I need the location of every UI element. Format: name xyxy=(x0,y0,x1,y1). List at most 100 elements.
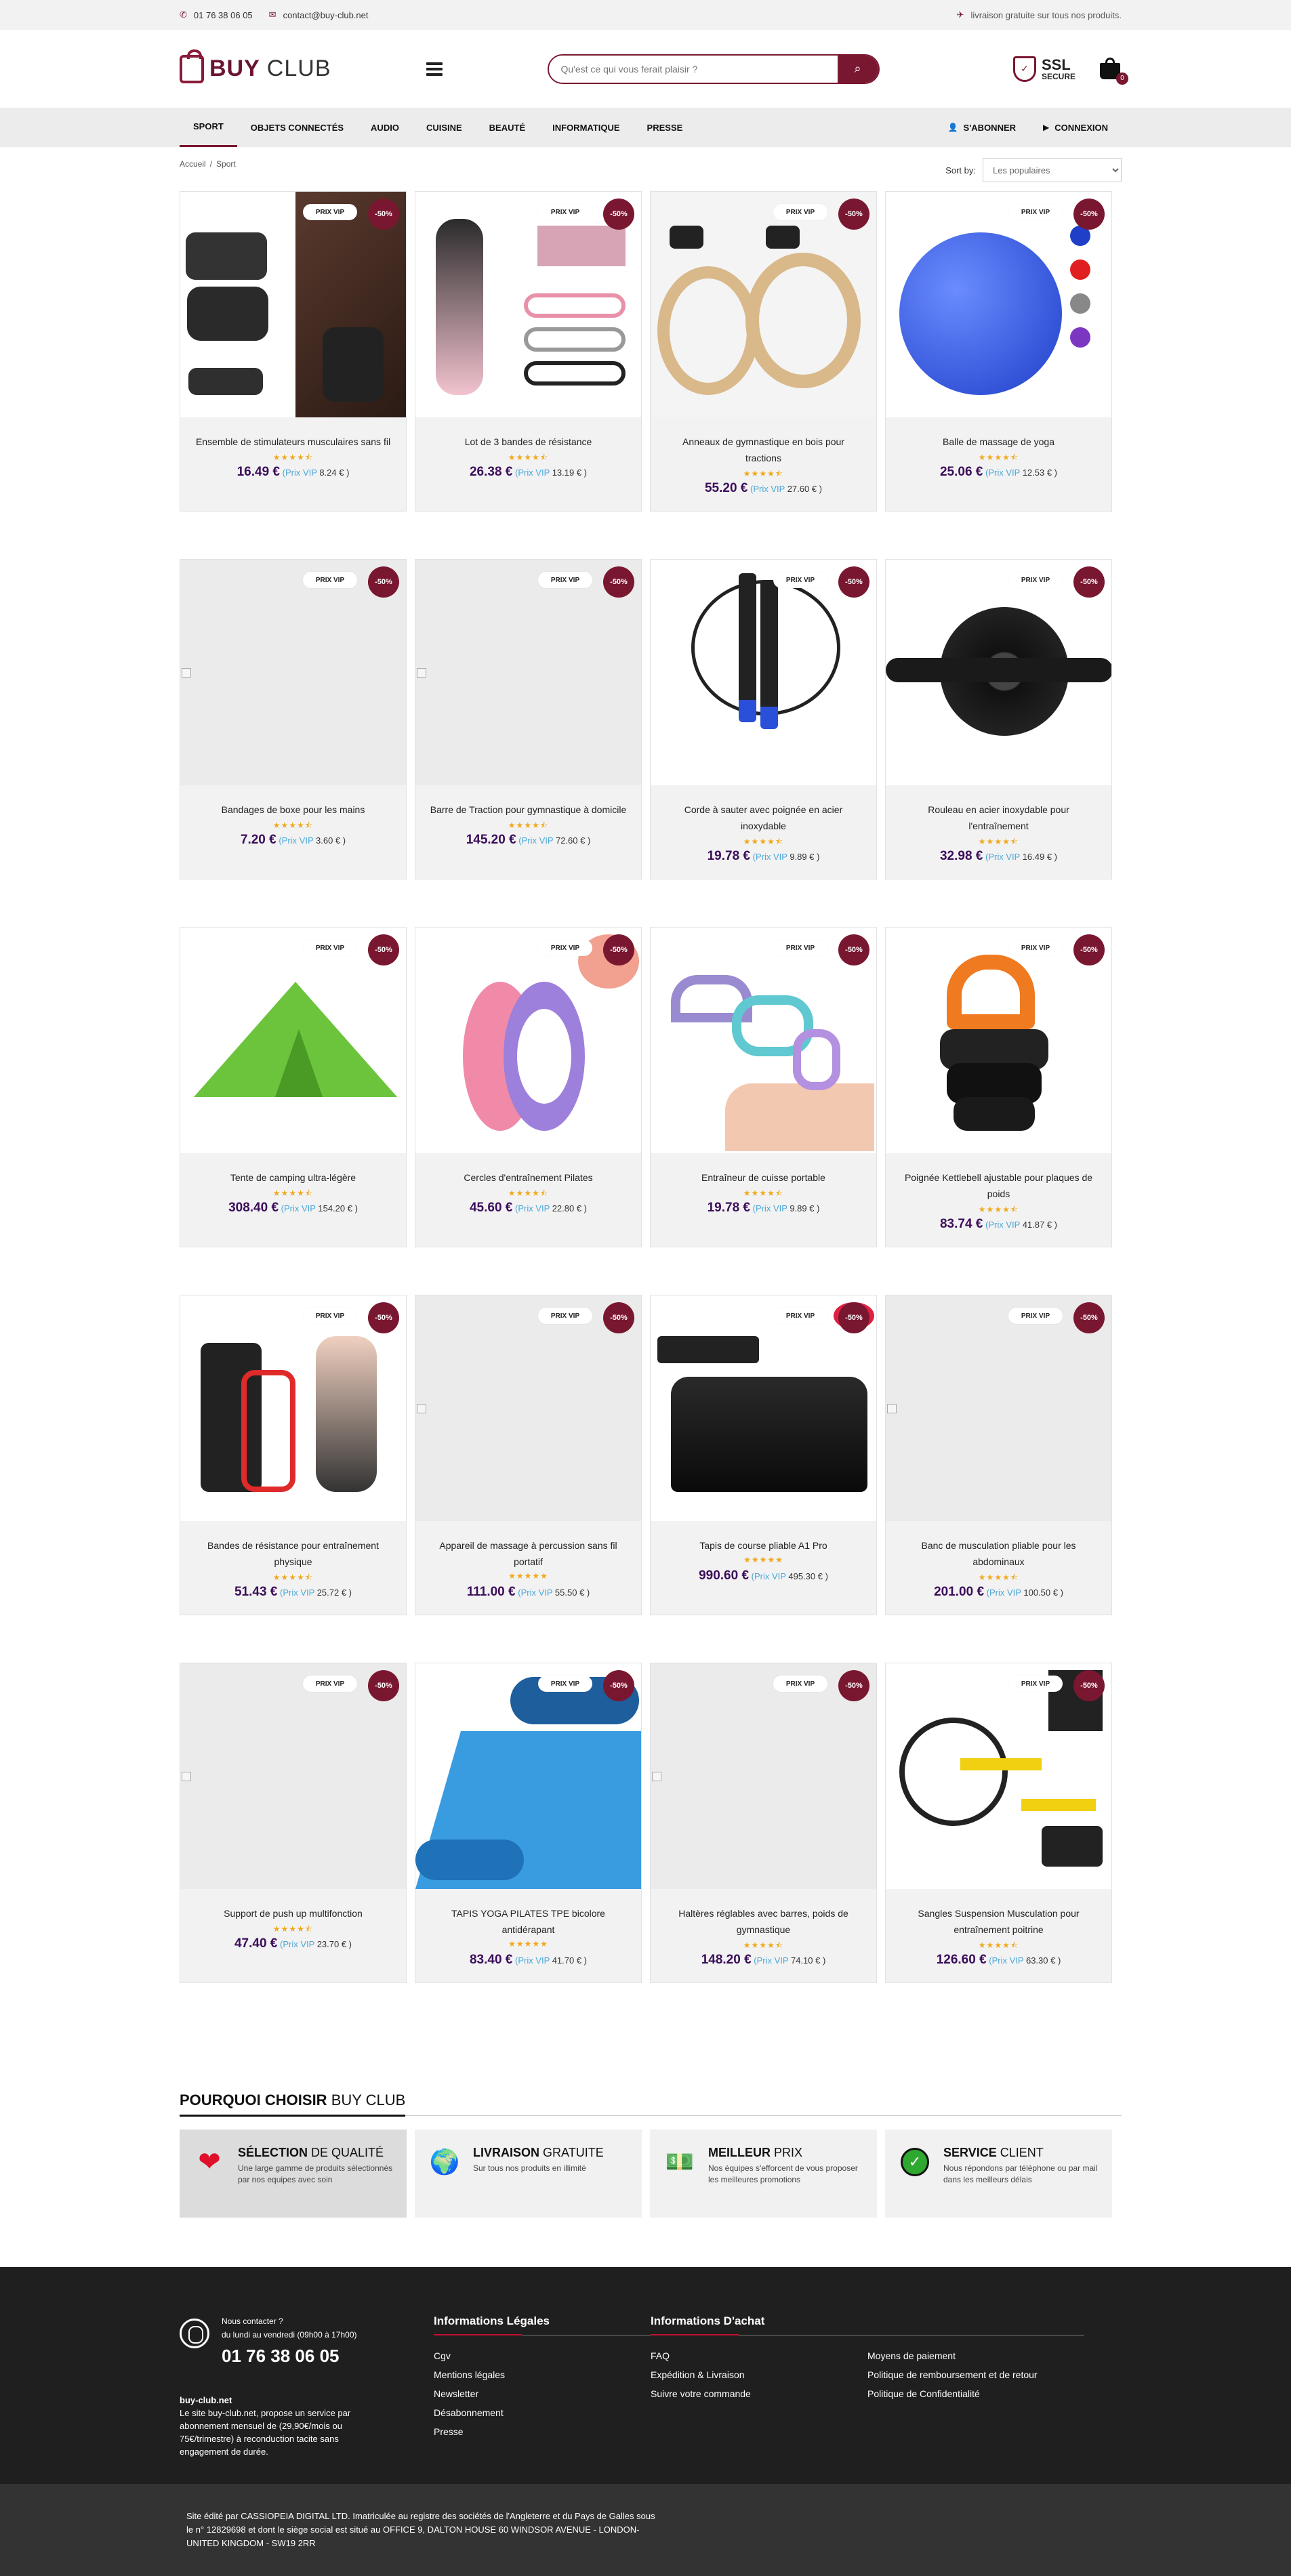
breadcrumb-home[interactable]: Accueil xyxy=(180,159,206,169)
contact-title: Nous contacter ? xyxy=(222,2317,283,2326)
product-image[interactable]: PRIX VIP -50% xyxy=(886,192,1111,417)
logo[interactable]: BUY CLUB xyxy=(180,49,331,83)
footer-link-privacy[interactable]: Politique de Confidentialité xyxy=(867,2384,1084,2403)
product-card[interactable]: PRIX VIP -50% Entraîneur de cuisse portabl… xyxy=(650,927,877,1247)
nav-item-sport[interactable]: SPORT xyxy=(180,108,237,147)
product-name[interactable]: Support de push up multifonction xyxy=(194,1905,392,1921)
product-image[interactable]: PRIX VIP -50% xyxy=(415,192,641,417)
product-name[interactable]: Ensemble de stimulateurs musculaires san… xyxy=(194,434,392,450)
footer-link-newsletter[interactable]: Newsletter xyxy=(434,2384,651,2403)
sort-select[interactable]: Les populaires xyxy=(983,158,1122,182)
product-name[interactable]: Bandages de boxe pour les mains xyxy=(194,802,392,818)
topbar-email[interactable]: ✉ contact@buy-club.net xyxy=(269,9,369,20)
product-name[interactable]: Rouleau en acier inoxydable pour l'entra… xyxy=(899,802,1098,834)
search-button[interactable]: ⌕ xyxy=(837,55,878,83)
product-card[interactable]: PRIX VIP -50% Banc de musculation pliable … xyxy=(885,1295,1112,1615)
product-image[interactable]: PRIX VIP -50% xyxy=(180,192,406,417)
vip-price: 25.72 € ) xyxy=(316,1587,352,1598)
product-name[interactable]: Corde à sauter avec poignée en acier ino… xyxy=(664,802,863,834)
product-name[interactable]: Sangles Suspension Musculation pour entr… xyxy=(899,1905,1098,1938)
footer-phone[interactable]: 01 76 38 06 05 xyxy=(222,2346,357,2367)
product-name[interactable]: Tapis de course pliable A1 Pro xyxy=(664,1537,863,1554)
product-card[interactable]: PRIX VIP -50% Poignée Kettlebell ajustable… xyxy=(885,927,1112,1247)
login-link[interactable]: ▶ CONNEXION xyxy=(1029,108,1122,147)
topbar-phone[interactable]: ✆ 01 76 38 06 05 xyxy=(180,9,253,20)
footer-link-faq[interactable]: FAQ xyxy=(651,2346,867,2365)
product-card[interactable]: PRIX VIP -50% Haltères réglables avec barr… xyxy=(650,1663,877,1983)
product-card[interactable]: PRIX VIP -50% Bandages de boxe pour les ma… xyxy=(180,559,407,879)
nav-item-informatique[interactable]: INFORMATIQUE xyxy=(539,108,633,147)
vip-badge: PRIX VIP xyxy=(773,204,827,220)
footer-link-shipping[interactable]: Expédition & Livraison xyxy=(651,2365,867,2384)
footer-link-unsubscribe[interactable]: Désabonnement xyxy=(434,2403,651,2422)
product-name[interactable]: Cercles d'entraînement Pilates xyxy=(429,1169,628,1186)
product-price: 26.38 € (Prix VIP 13.19 € ) xyxy=(429,465,628,480)
footer-link-track[interactable]: Suivre votre commande xyxy=(651,2384,867,2403)
footer-link-payment[interactable]: Moyens de paiement xyxy=(867,2346,1084,2365)
product-name[interactable]: Balle de massage de yoga xyxy=(899,434,1098,450)
hamburger-menu-icon[interactable] xyxy=(426,60,443,79)
product-price: 19.78 € (Prix VIP 9.89 € ) xyxy=(664,1201,863,1216)
product-card[interactable]: PRIX VIP -50% Anneaux de gymnastique en bo… xyxy=(650,191,877,512)
product-image[interactable]: PRIX VIP -50% xyxy=(180,560,406,785)
footer-link-mentions[interactable]: Mentions légales xyxy=(434,2365,651,2384)
product-card[interactable]: PRIX VIP -50% Sangles Suspension Musculati… xyxy=(885,1663,1112,1983)
nav-item-presse[interactable]: PRESSE xyxy=(634,108,697,147)
product-card[interactable]: PRIX VIP -50% Cercles d'entraînement Pilat… xyxy=(415,927,642,1247)
footer-link-presse[interactable]: Presse xyxy=(434,2422,651,2441)
product-image[interactable]: PRIX VIP -50% xyxy=(180,1663,406,1889)
product-name[interactable]: Bandes de résistance pour entraînement p… xyxy=(194,1537,392,1570)
product-card[interactable]: PRIX VIP -50% TAPIS YOGA PILATES TPE bicol… xyxy=(415,1663,642,1983)
product-image[interactable]: PRIX VIP -50% xyxy=(886,1663,1111,1889)
product-image[interactable]: PRIX VIP -50% xyxy=(651,1663,876,1889)
product-image[interactable]: PRIX VIP -50% xyxy=(180,1295,406,1521)
product-image[interactable]: PRIX VIP -50% xyxy=(415,560,641,785)
product-image[interactable]: PRIX VIP -50% xyxy=(415,1663,641,1889)
product-image[interactable]: PRIX VIP -50% xyxy=(415,1295,641,1521)
product-image[interactable]: PRIX VIP -50% xyxy=(180,928,406,1153)
product-image[interactable]: PRIX VIP -50% xyxy=(651,192,876,417)
product-name[interactable]: Poignée Kettlebell ajustable pour plaque… xyxy=(899,1169,1098,1202)
product-card[interactable]: PRIX VIP -50% Lot de 3 bandes de résistanc… xyxy=(415,191,642,512)
rating-stars-icon: ★★★★⯪ xyxy=(978,1205,1019,1214)
product-image[interactable]: PRIX VIP -50% xyxy=(886,560,1111,785)
product-name[interactable]: Appareil de massage à percussion sans fi… xyxy=(429,1537,628,1570)
nav-item-objets-connectes[interactable]: OBJETS CONNECTÉS xyxy=(237,108,357,147)
product-image[interactable]: PRIX VIP -50% xyxy=(651,1295,876,1521)
nav-item-beaute[interactable]: BEAUTÉ xyxy=(476,108,539,147)
product-card[interactable]: PRIX VIP -50% Support de push up multifonc… xyxy=(180,1663,407,1983)
product-card[interactable]: PRIX VIP -50% Bandes de résistance pour en… xyxy=(180,1295,407,1615)
product-card[interactable]: PRIX VIP -50% Rouleau en acier inoxydable … xyxy=(885,559,1112,879)
product-image[interactable]: PRIX VIP -50% xyxy=(886,928,1111,1153)
product-name[interactable]: Entraîneur de cuisse portable xyxy=(664,1169,863,1186)
product-name[interactable]: Barre de Traction pour gymnastique à dom… xyxy=(429,802,628,818)
product-card[interactable]: PRIX VIP -50% Tente de camping ultra-légèr… xyxy=(180,927,407,1247)
product-image[interactable]: PRIX VIP -50% xyxy=(651,928,876,1153)
subscribe-link[interactable]: 👤 S'ABONNER xyxy=(935,108,1029,147)
logo-club: CLUB xyxy=(266,56,331,81)
product-name[interactable]: Lot de 3 bandes de résistance xyxy=(429,434,628,450)
footer-link-refund[interactable]: Politique de remboursement et de retour xyxy=(867,2365,1084,2384)
product-name[interactable]: Anneaux de gymnastique en bois pour trac… xyxy=(664,434,863,466)
product-price: 145.20 € (Prix VIP 72.60 € ) xyxy=(429,833,628,848)
product-name[interactable]: Tente de camping ultra-légère xyxy=(194,1169,392,1186)
price-main: 16.49 € xyxy=(237,465,280,479)
nav-item-cuisine[interactable]: CUISINE xyxy=(413,108,476,147)
product-card[interactable]: PRIX VIP -50% Barre de Traction pour gymna… xyxy=(415,559,642,879)
nav-item-audio[interactable]: AUDIO xyxy=(357,108,413,147)
product-name[interactable]: Banc de musculation pliable pour les abd… xyxy=(899,1537,1098,1570)
search-input[interactable] xyxy=(548,55,838,83)
product-card[interactable]: PRIX VIP -50% Tapis de course pliable A1 P… xyxy=(650,1295,877,1615)
product-name[interactable]: Haltères réglables avec barres, poids de… xyxy=(664,1905,863,1938)
product-card[interactable]: PRIX VIP -50% Appareil de massage à percus… xyxy=(415,1295,642,1615)
product-image[interactable]: PRIX VIP -50% xyxy=(651,560,876,785)
product-name[interactable]: TAPIS YOGA PILATES TPE bicolore antidéra… xyxy=(429,1905,628,1938)
cart-button[interactable]: 0 xyxy=(1100,57,1128,85)
product-card[interactable]: PRIX VIP -50% Corde à sauter avec poignée … xyxy=(650,559,877,879)
footer-legal-title: Informations Légales xyxy=(434,2314,651,2335)
product-card[interactable]: PRIX VIP -50% Ensemble de stimulateurs mus… xyxy=(180,191,407,512)
product-image[interactable]: PRIX VIP -50% xyxy=(415,928,641,1153)
footer-link-cgv[interactable]: Cgv xyxy=(434,2346,651,2365)
product-card[interactable]: PRIX VIP -50% Balle de massage de yoga ★★★★… xyxy=(885,191,1112,512)
product-image[interactable]: PRIX VIP -50% xyxy=(886,1295,1111,1521)
